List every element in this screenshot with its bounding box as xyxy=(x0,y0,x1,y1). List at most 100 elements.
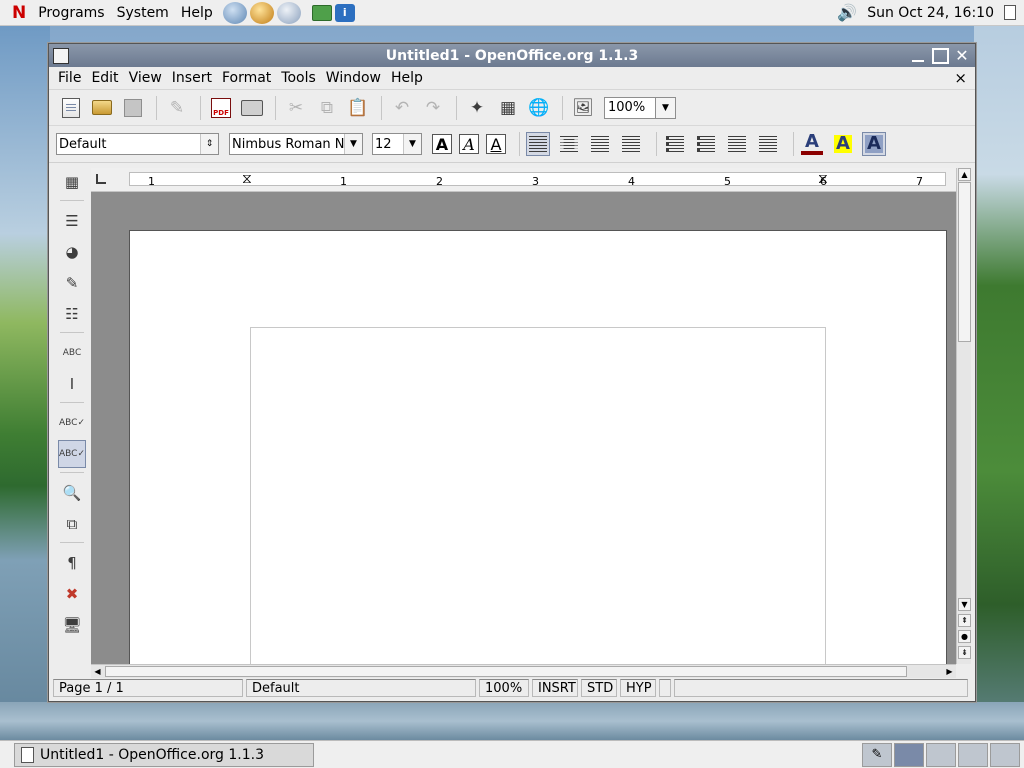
system-menu[interactable]: System xyxy=(111,5,175,21)
save-button[interactable] xyxy=(119,94,147,122)
workspace-3[interactable] xyxy=(958,742,988,767)
hyperlink-mode-indicator[interactable]: HYP xyxy=(620,679,656,697)
navigation-button[interactable]: ● xyxy=(958,630,971,643)
font-color-button[interactable]: A xyxy=(800,132,824,156)
selection-mode-indicator[interactable]: STD xyxy=(581,679,617,697)
menu-file[interactable]: File xyxy=(53,70,86,86)
menu-view[interactable]: View xyxy=(124,70,167,86)
editor-launcher-icon[interactable] xyxy=(276,1,301,24)
align-center-button[interactable] xyxy=(557,132,581,156)
align-left-button[interactable] xyxy=(526,132,550,156)
insert-fields-button[interactable]: ☰ xyxy=(58,207,86,235)
horizontal-scroll-thumb[interactable] xyxy=(105,666,907,677)
notes-icon[interactable] xyxy=(1004,5,1016,20)
chevron-down-icon[interactable]: ▼ xyxy=(344,134,362,154)
menu-tools[interactable]: Tools xyxy=(276,70,321,86)
copy-button[interactable]: ⧉ xyxy=(313,94,341,122)
online-layout-button[interactable]: 🖥 xyxy=(58,611,86,639)
scroll-up-button[interactable]: ▲ xyxy=(958,168,971,181)
zoom-indicator[interactable]: 100% xyxy=(479,679,529,697)
insert-table-button[interactable]: ▦ xyxy=(58,168,86,196)
programs-menu[interactable]: Programs xyxy=(32,5,110,21)
vertical-scrollbar[interactable]: ▲ ▼ ⇞ ● ⇟ xyxy=(956,168,971,664)
insert-object-button[interactable]: ◕ xyxy=(58,238,86,266)
paste-button[interactable]: 📋 xyxy=(344,94,372,122)
mail-launcher-icon[interactable] xyxy=(249,1,274,24)
graphics-off-button[interactable]: ✖ xyxy=(58,580,86,608)
volume-icon[interactable]: 🔊 xyxy=(837,3,857,22)
print-button[interactable] xyxy=(238,94,266,122)
open-button[interactable] xyxy=(88,94,116,122)
horizontal-ruler[interactable]: 1 ⧖ 1 2 3 4 5 ⧖ 6 7 xyxy=(91,168,956,192)
left-margin-marker-icon[interactable]: ⧖ xyxy=(242,171,252,187)
clock[interactable]: Sun Oct 24, 16:10 xyxy=(867,5,994,21)
close-button[interactable]: ✕ xyxy=(952,46,972,65)
help-menu[interactable]: Help xyxy=(175,5,219,21)
stylist-button[interactable]: ▦ xyxy=(494,94,522,122)
highlighting-button[interactable]: A xyxy=(831,132,855,156)
workspace-1[interactable] xyxy=(894,742,924,767)
find-replace-button[interactable]: 🔍 xyxy=(58,479,86,507)
show-draw-functions-button[interactable]: ✎ xyxy=(58,269,86,297)
menu-window[interactable]: Window xyxy=(321,70,386,86)
tab-selector-icon[interactable] xyxy=(96,174,106,184)
menu-help[interactable]: Help xyxy=(386,70,428,86)
show-desktop-button[interactable]: ✎ xyxy=(862,742,892,767)
zoom-dropdown-button[interactable]: ▼ xyxy=(656,96,676,119)
bullets-button[interactable] xyxy=(694,132,718,156)
text-cursor-button[interactable]: I xyxy=(58,370,86,398)
text-boundary[interactable] xyxy=(250,327,826,664)
increase-indent-button[interactable] xyxy=(756,132,780,156)
menu-format[interactable]: Format xyxy=(217,70,276,86)
novell-logo-icon[interactable]: N xyxy=(12,3,26,23)
info-launcher-icon[interactable]: i xyxy=(334,3,355,22)
chevron-down-icon[interactable]: ▼ xyxy=(403,134,421,154)
vertical-scroll-thumb[interactable] xyxy=(958,182,971,342)
taskbar-window-button[interactable]: Untitled1 - OpenOffice.org 1.1.3 xyxy=(14,742,314,767)
new-document-button[interactable] xyxy=(57,94,85,122)
gallery-button[interactable]: 🖼 xyxy=(569,94,597,122)
menu-insert[interactable]: Insert xyxy=(167,70,217,86)
data-sources-button[interactable]: ⧉ xyxy=(58,510,86,538)
spellcheck-button[interactable]: ABC✓ xyxy=(58,409,86,437)
nonprinting-characters-button[interactable]: ¶ xyxy=(58,549,86,577)
paragraph-style-select[interactable]: Default ⇕ xyxy=(56,133,219,155)
previous-page-button[interactable]: ⇞ xyxy=(958,614,971,627)
redo-button[interactable]: ↷ xyxy=(419,94,447,122)
justify-button[interactable] xyxy=(619,132,643,156)
font-name-select[interactable]: Nimbus Roman No9 L ▼ xyxy=(229,133,363,155)
export-pdf-button[interactable]: PDF xyxy=(207,94,235,122)
autospellcheck-button[interactable]: ABC✓ xyxy=(58,440,86,468)
numbering-button[interactable] xyxy=(663,132,687,156)
workspace-4[interactable] xyxy=(990,742,1020,767)
document-area[interactable]: 1 ⧖ 1 2 3 4 5 ⧖ 6 7 xyxy=(91,168,956,664)
minimize-button[interactable] xyxy=(908,46,928,65)
page-indicator[interactable]: Page 1 / 1 xyxy=(53,679,243,697)
decrease-indent-button[interactable] xyxy=(725,132,749,156)
navigator-button[interactable]: ✦ xyxy=(463,94,491,122)
bold-button[interactable]: A xyxy=(432,134,452,154)
maximize-button[interactable] xyxy=(930,46,950,65)
titlebar[interactable]: Untitled1 - OpenOffice.org 1.1.3 ✕ xyxy=(49,44,975,67)
close-document-button[interactable]: × xyxy=(954,69,967,87)
form-functions-button[interactable]: ☷ xyxy=(58,300,86,328)
underline-button[interactable]: A xyxy=(486,134,506,154)
scroll-down-button[interactable]: ▼ xyxy=(958,598,971,611)
horizontal-scrollbar[interactable]: ◀ ▶ xyxy=(91,664,956,678)
edit-file-button[interactable]: ✎ xyxy=(163,94,191,122)
menu-edit[interactable]: Edit xyxy=(86,70,123,86)
document-page[interactable] xyxy=(129,230,947,664)
autotext-button[interactable]: ABC xyxy=(58,339,86,367)
background-color-button[interactable]: A xyxy=(862,132,886,156)
zoom-input[interactable]: 100% xyxy=(604,96,656,119)
scroll-right-button[interactable]: ▶ xyxy=(943,665,956,678)
next-page-button[interactable]: ⇟ xyxy=(958,646,971,659)
scroll-left-button[interactable]: ◀ xyxy=(91,665,104,678)
insert-mode-indicator[interactable]: INSRT xyxy=(532,679,578,697)
image-launcher-icon[interactable] xyxy=(311,4,332,21)
cut-button[interactable]: ✂ xyxy=(282,94,310,122)
hyperlink-button[interactable]: 🌐 xyxy=(525,94,553,122)
page-style-indicator[interactable]: Default xyxy=(246,679,476,697)
align-right-button[interactable] xyxy=(588,132,612,156)
browser-launcher-icon[interactable] xyxy=(222,1,247,24)
